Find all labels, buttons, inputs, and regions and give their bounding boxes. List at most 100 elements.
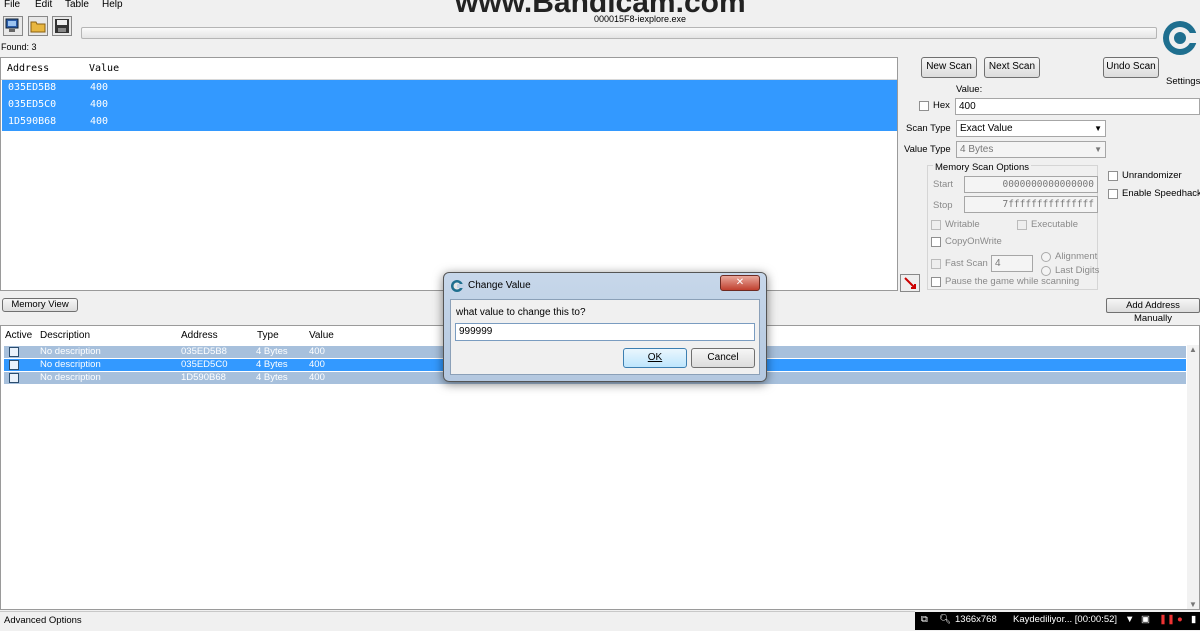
computer-icon bbox=[5, 18, 19, 32]
fast-scan-checkbox[interactable] bbox=[931, 259, 941, 269]
row-address: 035ED5C0 bbox=[181, 359, 228, 370]
menu-file[interactable]: File bbox=[4, 0, 20, 10]
ok-button[interactable]: OK bbox=[623, 348, 687, 368]
start-label: Start bbox=[933, 179, 954, 190]
value-input[interactable]: 400 bbox=[955, 98, 1200, 115]
value-type-value: 4 Bytes bbox=[960, 144, 994, 155]
dialog-title: Change Value bbox=[468, 280, 531, 291]
memory-view-button[interactable]: Memory View bbox=[2, 298, 78, 312]
executable-checkbox[interactable] bbox=[1017, 220, 1027, 230]
cancel-button[interactable]: Cancel bbox=[691, 348, 755, 368]
scan-results-list[interactable]: Address Value 035ED5B8 400 035ED5C0 400 … bbox=[0, 57, 898, 291]
header-type[interactable]: Type bbox=[257, 330, 279, 341]
row-address: 035ED5B8 bbox=[181, 346, 227, 357]
menu-table[interactable]: Table bbox=[65, 0, 89, 10]
dialog-body: what value to change this to? 999999 OK … bbox=[450, 299, 760, 375]
cheat-engine-logo[interactable] bbox=[1160, 18, 1198, 58]
pause-game-label: Pause the game while scanning bbox=[945, 276, 1080, 287]
result-row[interactable]: 035ED5C0 400 bbox=[2, 97, 897, 114]
results-header: Address Value bbox=[1, 58, 897, 80]
chevron-down-icon: ▼ bbox=[1094, 124, 1102, 133]
header-value[interactable]: Value bbox=[309, 330, 334, 341]
alignment-radio[interactable] bbox=[1041, 252, 1051, 262]
enable-speedhack-checkbox[interactable] bbox=[1108, 189, 1118, 199]
settings-label[interactable]: Settings bbox=[1166, 76, 1200, 87]
chevron-down-icon: ▼ bbox=[1094, 145, 1102, 154]
camera-icon[interactable]: ▣ bbox=[1141, 614, 1150, 625]
writable-label: Writable bbox=[945, 219, 980, 230]
enable-speedhack-label: Enable Speedhack bbox=[1122, 188, 1200, 199]
bandicam-icon[interactable]: ▮ bbox=[1191, 614, 1196, 625]
scan-type-label: Scan Type bbox=[906, 123, 951, 134]
scan-type-select[interactable]: Exact Value ▼ bbox=[956, 120, 1106, 137]
found-count: Found: 3 bbox=[1, 42, 37, 52]
row-value: 400 bbox=[309, 359, 325, 370]
stop-address-input[interactable]: 7fffffffffffffff bbox=[964, 196, 1098, 213]
new-scan-button[interactable]: New Scan bbox=[921, 57, 977, 78]
hex-label: Hex bbox=[933, 100, 950, 111]
fast-scan-label: Fast Scan bbox=[945, 258, 988, 269]
dropdown-icon[interactable]: ▼ bbox=[1125, 614, 1134, 625]
window-icon[interactable]: ⧉ bbox=[921, 614, 928, 625]
row-value: 400 bbox=[309, 346, 325, 357]
copy-on-write-label: CopyOnWrite bbox=[945, 236, 1002, 247]
value-label: Value: bbox=[956, 84, 983, 95]
start-address-input[interactable]: 0000000000000000 bbox=[964, 176, 1098, 193]
scroll-down-icon[interactable]: ▼ bbox=[1189, 600, 1197, 609]
advanced-options-link[interactable]: Advanced Options bbox=[4, 615, 82, 626]
active-checkbox[interactable] bbox=[9, 360, 19, 370]
row-type: 4 Bytes bbox=[256, 346, 288, 357]
active-checkbox[interactable] bbox=[9, 347, 19, 357]
dialog-close-button[interactable]: ✕ bbox=[720, 275, 760, 291]
open-file-button[interactable] bbox=[28, 16, 48, 36]
status-bar: Advanced Options bbox=[0, 611, 915, 631]
result-address: 035ED5B8 bbox=[8, 82, 57, 93]
header-description[interactable]: Description bbox=[40, 330, 90, 341]
menu-edit[interactable]: Edit bbox=[35, 0, 52, 10]
pause-icon[interactable]: ❚❚ bbox=[1159, 614, 1175, 625]
row-value: 400 bbox=[309, 372, 325, 383]
menu-help[interactable]: Help bbox=[102, 0, 123, 10]
unrandomizer-checkbox[interactable] bbox=[1108, 171, 1118, 181]
result-row[interactable]: 035ED5B8 400 bbox=[2, 80, 897, 97]
writable-checkbox[interactable] bbox=[931, 220, 941, 230]
recording-status: Kaydediliyor... [00:00:52] bbox=[1013, 614, 1118, 625]
new-value-input[interactable]: 999999 bbox=[455, 323, 755, 341]
hex-checkbox[interactable] bbox=[919, 101, 929, 111]
header-address[interactable]: Address bbox=[181, 330, 218, 341]
record-icon[interactable]: ● bbox=[1177, 614, 1183, 625]
unrandomizer-label: Unrandomizer bbox=[1122, 170, 1182, 181]
select-process-button[interactable] bbox=[3, 16, 23, 36]
search-icon[interactable]: 🔍︎ bbox=[939, 614, 951, 625]
recording-taskbar: ⧉ 🔍︎ 1366x768 Kaydediliyor... [00:00:52]… bbox=[915, 612, 1200, 630]
results-header-address[interactable]: Address bbox=[7, 63, 49, 74]
copy-on-write-checkbox[interactable] bbox=[931, 237, 941, 247]
alignment-label: Alignment bbox=[1055, 251, 1098, 262]
pause-game-checkbox[interactable] bbox=[931, 277, 941, 287]
header-active[interactable]: Active bbox=[5, 330, 32, 341]
save-button[interactable] bbox=[52, 16, 72, 36]
row-address: 1D590B68 bbox=[181, 372, 226, 383]
pointer-scan-button[interactable] bbox=[900, 274, 920, 292]
result-address: 1D590B68 bbox=[8, 116, 57, 127]
stop-label: Stop bbox=[933, 200, 953, 211]
scan-progress-bar bbox=[81, 27, 1157, 39]
address-list-scrollbar[interactable]: ▲ ▼ bbox=[1187, 345, 1199, 609]
value-type-select[interactable]: 4 Bytes ▼ bbox=[956, 141, 1106, 158]
result-row[interactable]: 1D590B68 400 bbox=[2, 114, 897, 131]
scroll-up-icon[interactable]: ▲ bbox=[1189, 345, 1197, 354]
executable-label: Executable bbox=[1031, 219, 1079, 230]
dialog-prompt: what value to change this to? bbox=[456, 307, 586, 318]
change-value-dialog: Change Value ✕ what value to change this… bbox=[443, 272, 767, 382]
add-address-manually-button[interactable]: Add Address Manually bbox=[1106, 298, 1200, 324]
last-digits-label: Last Digits bbox=[1055, 265, 1100, 276]
next-scan-button[interactable]: Next Scan bbox=[984, 57, 1040, 78]
last-digits-radio[interactable] bbox=[1041, 266, 1051, 276]
results-header-value[interactable]: Value bbox=[89, 63, 119, 74]
process-title: 000015F8-iexplore.exe bbox=[593, 14, 687, 24]
cheat-engine-icon bbox=[1163, 21, 1198, 55]
row-description: No description bbox=[40, 359, 101, 370]
fast-scan-input[interactable]: 4 bbox=[991, 255, 1033, 272]
active-checkbox[interactable] bbox=[9, 373, 19, 383]
undo-scan-button[interactable]: Undo Scan bbox=[1103, 57, 1159, 78]
